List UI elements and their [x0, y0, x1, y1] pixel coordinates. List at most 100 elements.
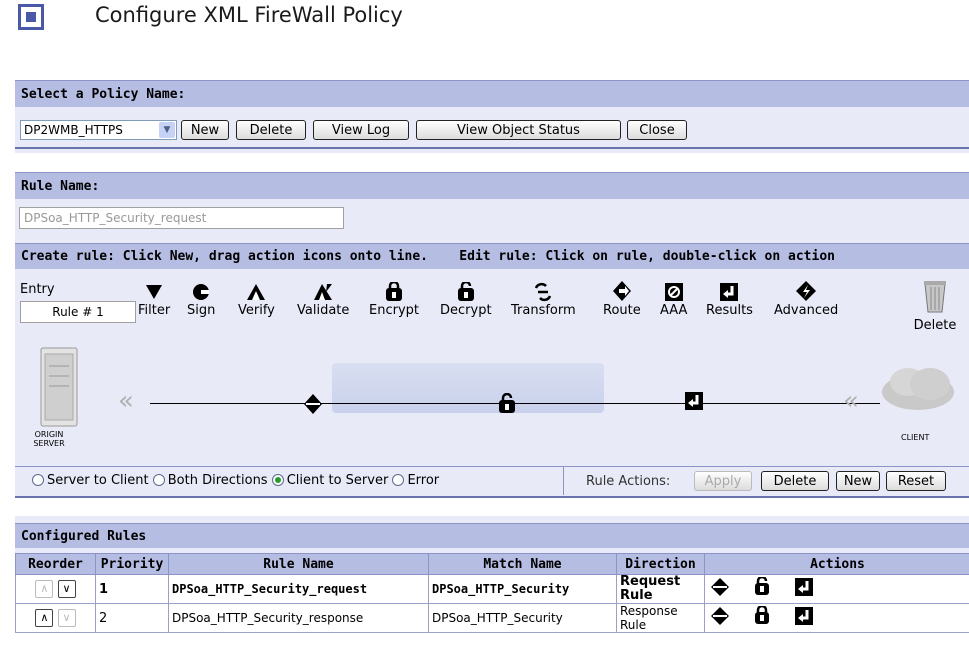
rule-name-cell[interactable]: DPSoa_HTTP_Security_response	[168, 603, 429, 633]
palette-aaa[interactable]: AAA	[660, 278, 687, 318]
column-header: Actions	[704, 553, 969, 575]
radio-error[interactable]: Error	[392, 473, 439, 488]
policy-select[interactable]: DP2WMB_HTTPS ▼	[20, 120, 177, 140]
actions-cell	[704, 603, 969, 633]
palette-label: AAA	[660, 303, 688, 318]
palette-label: Encrypt	[369, 303, 419, 318]
delete-rule-button[interactable]: Delete	[761, 471, 829, 491]
decrypt-icon	[457, 278, 475, 302]
direction-cell: Request Rule	[616, 574, 705, 604]
column-header: Priority	[95, 553, 169, 575]
palette-label: Decrypt	[440, 303, 492, 318]
reset-button[interactable]: Reset	[886, 471, 946, 491]
palette-decrypt[interactable]: Decrypt	[440, 278, 492, 318]
view-log-button[interactable]: View Log	[313, 120, 409, 140]
chevron-down-icon[interactable]: ▼	[159, 122, 175, 138]
rule-name-cell[interactable]: DPSoa_HTTP_Security_request	[168, 574, 429, 604]
chevron-left-icon: «	[843, 386, 859, 416]
server-icon	[35, 346, 83, 428]
route-icon[interactable]	[303, 393, 323, 419]
sign-icon	[191, 278, 211, 302]
actions-cell	[704, 574, 969, 604]
palette-verify[interactable]: Verify	[238, 278, 275, 318]
rule-name-input[interactable]: DPSoa_HTTP_Security_request	[19, 207, 344, 229]
move-down-button[interactable]: ∨	[57, 609, 76, 627]
rule-number-field: Rule # 1	[20, 301, 136, 323]
radio-both-directions[interactable]: Both Directions	[152, 473, 268, 488]
priority-cell: 1	[95, 574, 169, 604]
trash-icon	[924, 281, 946, 313]
trash-label: Delete	[913, 318, 957, 333]
route-icon[interactable]	[710, 577, 730, 597]
palette-label: Verify	[238, 303, 275, 318]
new-policy-button[interactable]: New	[181, 120, 229, 140]
chevron-left-icon: «	[118, 386, 134, 416]
table-row[interactable]: ∧ ∨ 1 DPSoa_HTTP_Security_request DPSoa_…	[15, 574, 969, 604]
palette-results[interactable]: Results	[706, 278, 753, 318]
new-rule-button[interactable]: New	[836, 471, 880, 491]
divider	[15, 496, 969, 498]
palette-label: Route	[603, 303, 641, 318]
appliance-image	[332, 363, 604, 413]
palette-label: Validate	[297, 303, 350, 318]
palette-sign[interactable]: Sign	[187, 278, 215, 318]
client-label: CLIENT	[901, 433, 930, 442]
column-header: Match Name	[428, 553, 617, 575]
view-object-status-button[interactable]: View Object Status	[416, 120, 621, 140]
divider	[15, 466, 969, 467]
page-title: Configure XML FireWall Policy	[95, 3, 403, 27]
direction-cell: Response Rule	[616, 603, 705, 633]
reorder-cell: ∧ ∨	[15, 603, 96, 633]
match-name-cell: DPSoa_HTTP_Security	[428, 574, 617, 604]
results-icon[interactable]	[794, 606, 814, 626]
verify-icon	[245, 278, 267, 302]
radio-server-to-client[interactable]: Server to Client	[32, 473, 149, 488]
palette-label: Sign	[187, 303, 216, 318]
apply-button[interactable]: Apply	[694, 471, 752, 491]
table-row[interactable]: ∧ ∨ 2 DPSoa_HTTP_Security_response DPSoa…	[15, 603, 969, 633]
results-icon	[719, 278, 739, 302]
cloud-icon	[878, 362, 958, 416]
results-icon[interactable]	[794, 577, 814, 597]
palette-advanced[interactable]: Advanced	[774, 278, 838, 318]
trash-can[interactable]: Delete	[909, 278, 961, 333]
column-header: Rule Name	[168, 553, 429, 575]
palette-label: Filter	[138, 303, 171, 318]
column-header: Reorder	[15, 553, 96, 575]
direction-options: Server to Client Both Directions Client …	[32, 473, 439, 488]
encrypt-icon[interactable]	[754, 606, 770, 626]
route-icon[interactable]	[710, 606, 730, 626]
transform-icon	[532, 278, 554, 302]
palette-label: Results	[706, 303, 753, 318]
decrypt-icon[interactable]	[498, 392, 516, 419]
move-up-button[interactable]: ∧	[35, 580, 54, 598]
rule-actions-label: Rule Actions:	[586, 474, 671, 489]
radio-client-to-server[interactable]: Client to Server	[271, 473, 388, 488]
reorder-cell: ∧ ∨	[15, 574, 96, 604]
palette-route[interactable]: Route	[603, 278, 641, 318]
close-button[interactable]: Close	[627, 120, 687, 140]
move-up-button[interactable]: ∧	[35, 609, 54, 627]
route-icon	[612, 278, 632, 302]
configured-rules-table: Reorder Priority Rule Name Match Name Di…	[15, 553, 969, 633]
policy-icon	[18, 4, 44, 30]
divider	[15, 147, 969, 149]
palette-filter[interactable]: Filter	[138, 278, 170, 318]
results-icon[interactable]	[684, 391, 704, 415]
palette-label: Transform	[511, 303, 576, 318]
move-down-button[interactable]: ∨	[57, 580, 76, 598]
priority-cell: 2	[95, 603, 169, 633]
origin-server-label: ORIGIN SERVER	[33, 430, 65, 448]
palette-encrypt[interactable]: Encrypt	[369, 278, 419, 318]
aaa-icon	[664, 278, 684, 302]
delete-policy-button[interactable]: Delete	[236, 120, 306, 140]
palette-label: Advanced	[774, 303, 839, 318]
palette-transform[interactable]: Transform	[511, 278, 576, 318]
decrypt-icon[interactable]	[754, 577, 770, 597]
policy-section-label: Select a Policy Name:	[15, 80, 969, 107]
palette-validate[interactable]: Validate	[297, 278, 349, 318]
configured-section-label: Configured Rules	[15, 523, 969, 548]
rule-section-label: Rule Name:	[15, 172, 969, 199]
policy-select-value: DP2WMB_HTTPS	[24, 123, 123, 137]
entry-label: Entry	[20, 282, 55, 297]
